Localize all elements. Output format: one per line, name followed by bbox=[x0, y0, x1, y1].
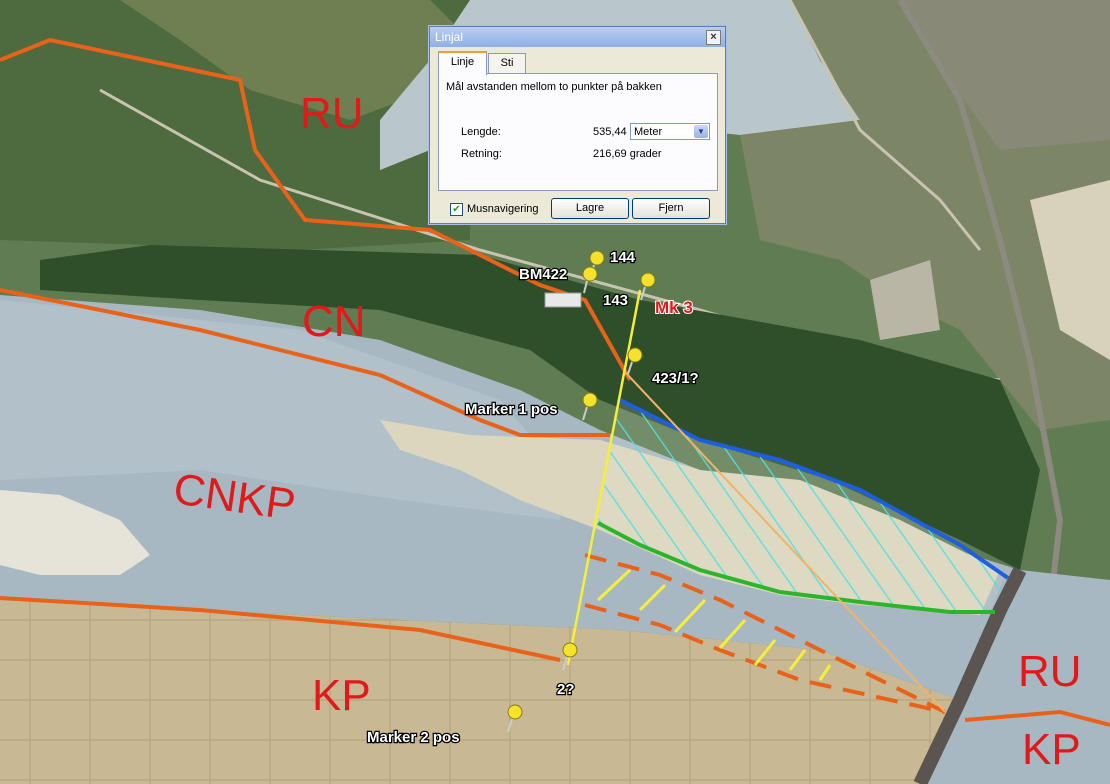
unit-select[interactable]: Meter ▼ bbox=[630, 123, 710, 140]
length-label: Lengde: bbox=[461, 126, 501, 138]
dialog-titlebar[interactable]: Linjal × bbox=[430, 27, 725, 47]
building bbox=[544, 292, 582, 308]
placemark-label[interactable]: 143 bbox=[602, 291, 630, 311]
tab-linje[interactable]: Linje bbox=[438, 51, 487, 75]
label-kp-left: KP bbox=[312, 671, 371, 720]
label-cn: CN bbox=[302, 297, 366, 346]
unit-select-value: Meter bbox=[634, 126, 663, 138]
length-value: 535,44 bbox=[593, 126, 627, 138]
remove-button[interactable]: Fjern bbox=[632, 198, 710, 219]
save-button[interactable]: Lagre bbox=[551, 198, 629, 219]
placemark-label[interactable]: BM422 bbox=[518, 265, 569, 285]
placemark-label[interactable]: Marker 1 pos bbox=[464, 400, 559, 420]
placemark-label[interactable]: 2? bbox=[556, 680, 576, 700]
dialog-title: Linjal bbox=[435, 30, 464, 44]
ruler-dialog: Linjal × Linje Sti Mål avstanden mellom … bbox=[429, 26, 726, 224]
label-ru-top: RU bbox=[300, 89, 364, 138]
mouse-nav-checkbox[interactable]: ✔ bbox=[450, 203, 463, 216]
label-kp-right: KP bbox=[1022, 725, 1081, 774]
dialog-panel: Mål avstanden mellom to punkter på bakke… bbox=[438, 73, 718, 191]
tab-sti[interactable]: Sti bbox=[488, 53, 526, 73]
heading-label: Retning: bbox=[461, 148, 502, 160]
label-ru-right: RU bbox=[1018, 647, 1082, 696]
dialog-description: Mål avstanden mellom to punkter på bakke… bbox=[446, 81, 662, 93]
placemark-label[interactable]: 423/1? bbox=[651, 369, 700, 389]
close-icon[interactable]: × bbox=[706, 30, 721, 45]
placemark-label[interactable]: 144 bbox=[609, 248, 637, 268]
placemark-label[interactable]: Marker 2 pos bbox=[366, 728, 461, 748]
heading-value: 216,69 grader bbox=[593, 148, 662, 160]
chevron-down-icon[interactable]: ▼ bbox=[694, 125, 708, 138]
mouse-nav-label: Musnavigering bbox=[467, 203, 539, 215]
placemark-label[interactable]: Mk 3 bbox=[654, 297, 694, 318]
